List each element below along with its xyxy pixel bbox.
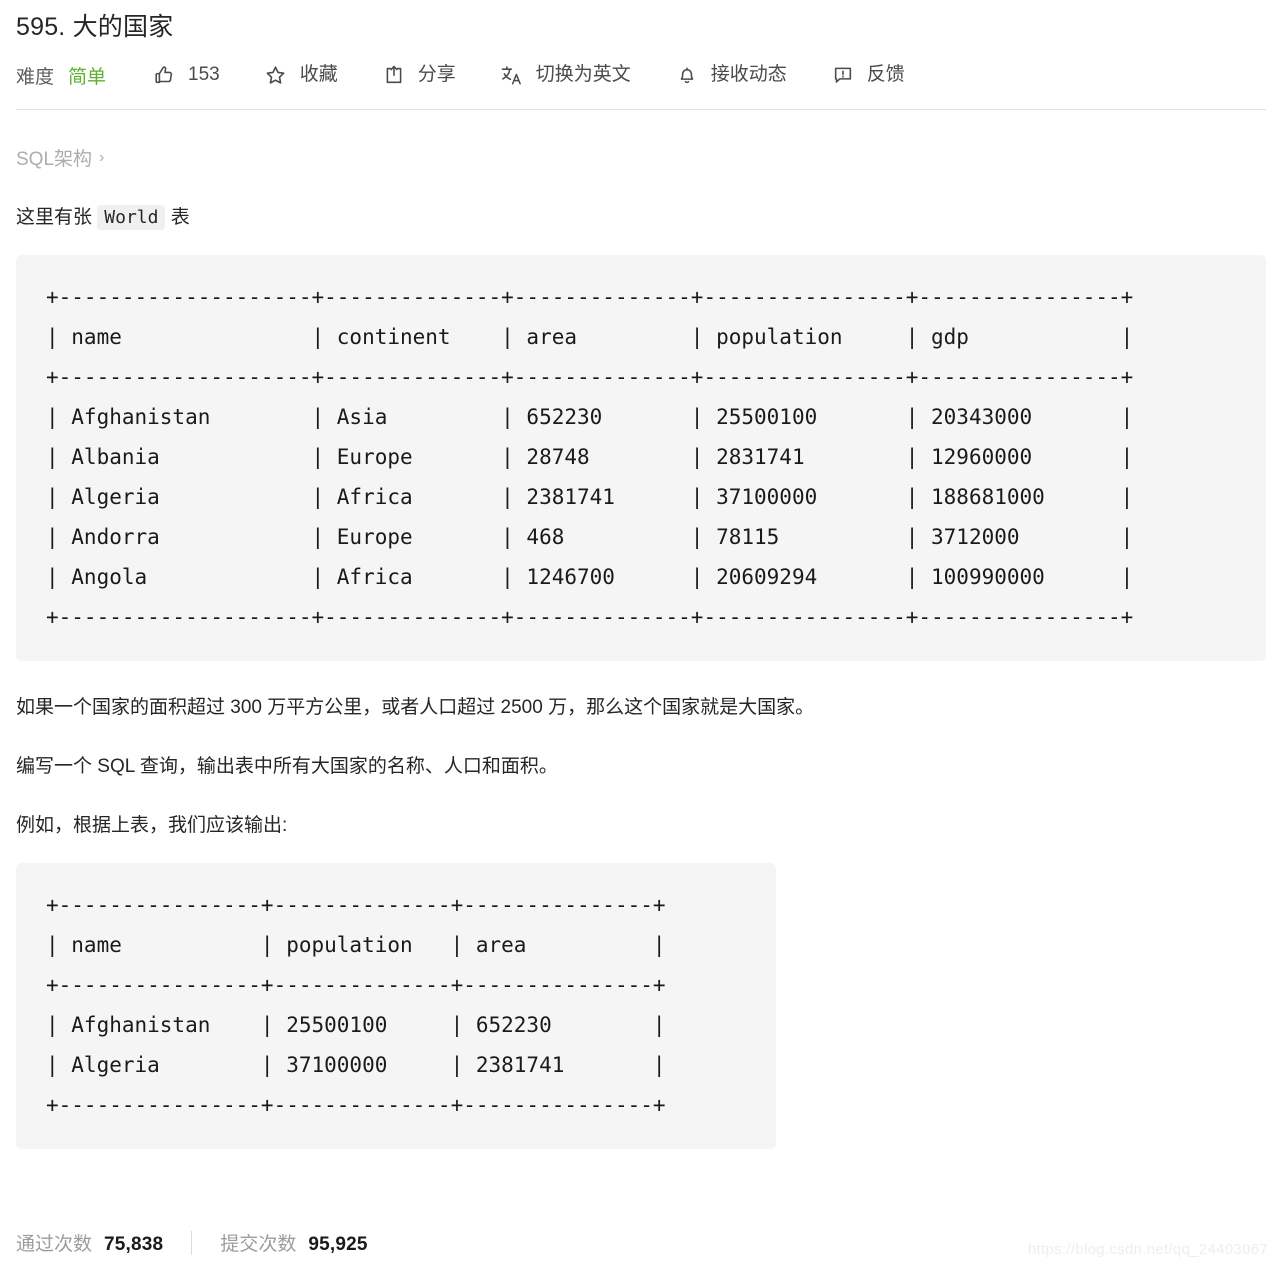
subscribe-button[interactable]: 接收动态 <box>675 63 787 87</box>
world-table-codeblock: +--------------------+--------------+---… <box>16 255 1266 661</box>
problem-stats: 通过次数 75,838 提交次数 95,925 <box>16 1229 368 1256</box>
thumbs-up-icon <box>152 63 176 87</box>
chevron-right-icon: › <box>99 148 105 166</box>
table-intro-before: 这里有张 <box>16 207 98 228</box>
requirement-paragraph-1: 如果一个国家的面积超过 300 万平方公里，或者人口超过 2500 万，那么这个… <box>16 697 815 718</box>
translate-icon <box>500 63 524 87</box>
like-button[interactable]: 153 <box>152 63 220 87</box>
difficulty-label: 难度 <box>16 66 55 88</box>
problem-toolbar: 难度 简单 153 收藏 分享 切换为英文 接收动态 反馈 <box>16 50 1266 100</box>
example-intro-paragraph: 例如，根据上表，我们应该输出: <box>16 815 288 836</box>
accepted-value: 75,838 <box>104 1234 164 1255</box>
table-intro-text: 这里有张 World 表 <box>16 203 1266 233</box>
world-table-code: World <box>97 205 166 230</box>
share-icon <box>382 63 406 87</box>
sql-schema-link[interactable]: SQL架构 › <box>16 144 104 171</box>
page-title: 595. 大的国家 <box>16 13 174 41</box>
submissions-label: 提交次数 <box>220 1234 297 1255</box>
favorite-button[interactable]: 收藏 <box>264 63 338 87</box>
favorite-label: 收藏 <box>299 64 338 85</box>
output-table-ascii: +----------------+--------------+-------… <box>46 893 666 1117</box>
problem-page: 595. 大的国家 难度 简单 153 收藏 分享 切换为英文 接收动态 反馈 … <box>0 0 1282 1149</box>
bell-icon <box>675 63 699 87</box>
header-divider <box>16 109 1266 110</box>
star-icon <box>264 63 288 87</box>
world-table-ascii: +--------------------+--------------+---… <box>46 285 1134 629</box>
translate-label: 切换为英文 <box>535 64 631 85</box>
accepted-stat: 通过次数 75,838 <box>16 1229 163 1256</box>
requirement-paragraph-2: 编写一个 SQL 查询，输出表中所有大国家的名称、人口和面积。 <box>16 756 558 777</box>
accepted-label: 通过次数 <box>16 1234 93 1255</box>
subscribe-label: 接收动态 <box>710 64 787 85</box>
feedback-icon <box>831 63 855 87</box>
like-count: 153 <box>188 64 220 85</box>
translate-button[interactable]: 切换为英文 <box>500 63 631 87</box>
submissions-value: 95,925 <box>308 1234 368 1255</box>
watermark: https://blog.csdn.net/qq_24403067 <box>1027 1241 1268 1258</box>
feedback-button[interactable]: 反馈 <box>831 63 905 87</box>
difficulty-block: 难度 简单 <box>16 62 106 89</box>
sql-schema-label: SQL架构 <box>16 149 93 170</box>
stats-divider <box>191 1230 193 1255</box>
feedback-label: 反馈 <box>866 64 905 85</box>
share-button[interactable]: 分享 <box>382 63 456 87</box>
output-table-codeblock: +----------------+--------------+-------… <box>16 863 776 1149</box>
difficulty-badge: 简单 <box>68 66 107 88</box>
submissions-stat: 提交次数 95,925 <box>220 1229 367 1256</box>
table-intro-after: 表 <box>165 207 190 228</box>
share-label: 分享 <box>417 64 456 85</box>
